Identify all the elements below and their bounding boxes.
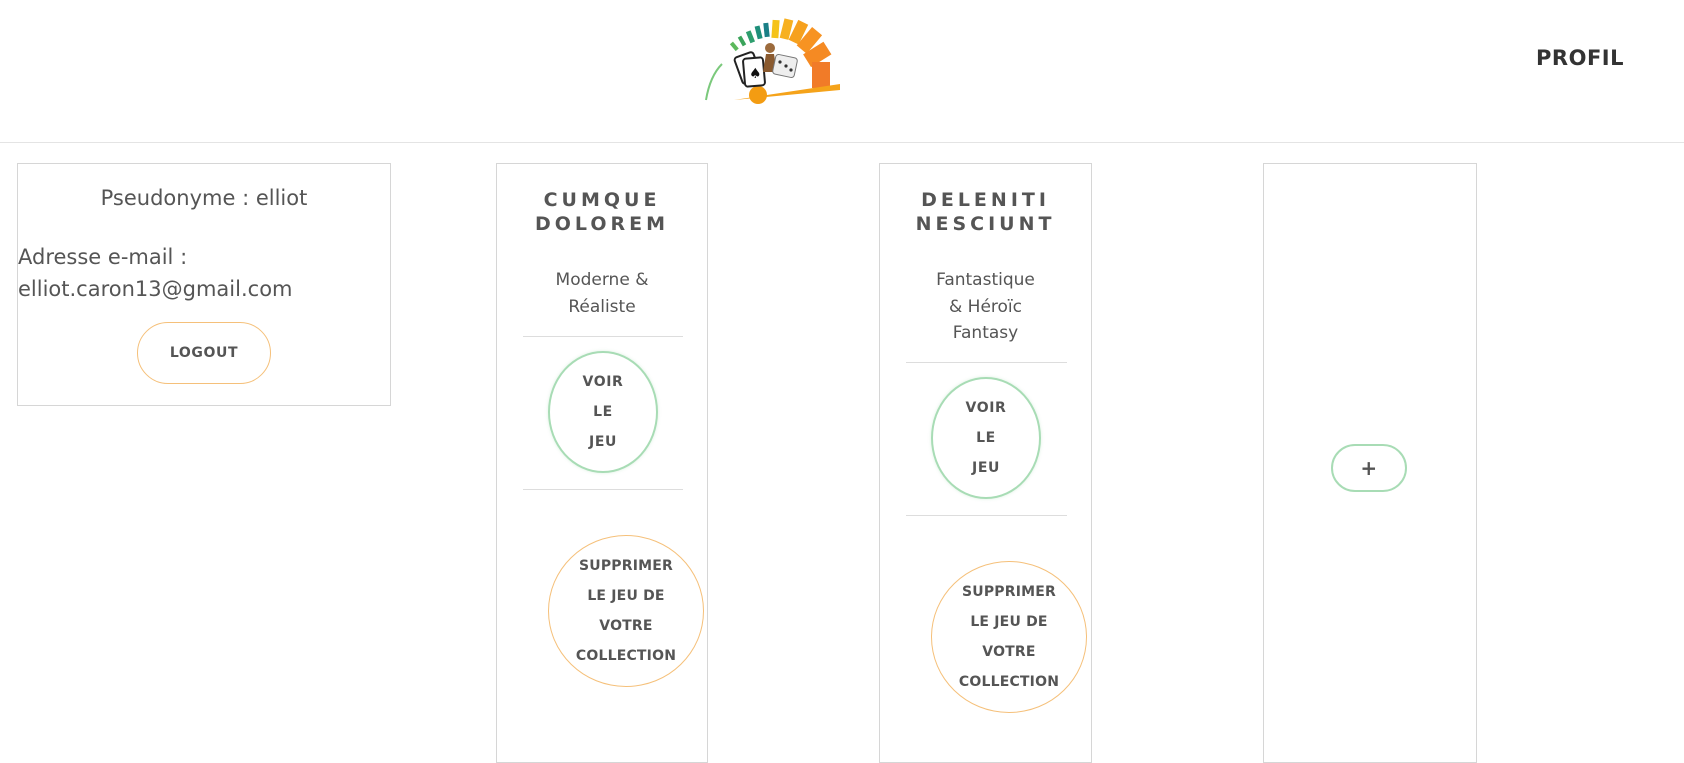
genre-line: Fantastique — [936, 270, 1035, 290]
divider — [523, 489, 683, 490]
game-title: CUMQUE DOLOREM — [497, 188, 707, 236]
email-block: Adresse e-mail : elliot.caron13@gmail.co… — [18, 241, 293, 305]
delete-game-button[interactable]: SUPPRIMER LE JEU DE VOTRE COLLECTION — [548, 535, 704, 687]
pseudo-text: Pseudonyme : elliot — [100, 186, 308, 210]
button-label: VOTRE — [982, 644, 1036, 660]
view-game-button[interactable]: VOIR LE JEU — [548, 351, 658, 473]
delete-game-button[interactable]: SUPPRIMER LE JEU DE VOTRE COLLECTION — [931, 561, 1087, 713]
game-title: DELENITI NESCIUNT — [880, 188, 1091, 236]
gaming-meter-logo[interactable]: ♠ — [700, 6, 860, 106]
game-card: CUMQUE DOLOREM Moderne & Réaliste VOIR L… — [496, 163, 708, 763]
button-label: JEU — [589, 434, 617, 450]
email-value: elliot.caron13@gmail.com — [18, 277, 293, 301]
button-label: VOIR — [582, 374, 624, 390]
game-card: DELENITI NESCIUNT Fantastique & Héroïc F… — [879, 163, 1092, 763]
view-game-button[interactable]: VOIR LE JEU — [931, 377, 1041, 499]
divider — [906, 515, 1067, 516]
add-game-card: + — [1263, 163, 1477, 763]
button-label: COLLECTION — [958, 674, 1060, 690]
button-label: JEU — [972, 460, 1000, 476]
game-genre: Fantastique & Héroïc Fantasy — [880, 267, 1091, 347]
button-label: LE — [976, 430, 996, 446]
game-title-line: CUMQUE — [543, 189, 661, 211]
game-title-line: NESCIUNT — [915, 213, 1056, 235]
genre-line: & Héroïc — [949, 296, 1022, 317]
game-title-line: DELENITI — [921, 189, 1050, 211]
site-header: ♠ PROFIL — [0, 0, 1684, 143]
add-game-button[interactable]: + — [1331, 444, 1407, 492]
nav-profil-link[interactable]: PROFIL — [1536, 46, 1624, 70]
divider — [523, 336, 683, 337]
game-genre: Moderne & Réaliste — [497, 267, 707, 320]
button-label: COLLECTION — [575, 648, 677, 664]
button-label: LE — [593, 404, 613, 420]
button-label: VOTRE — [599, 618, 653, 634]
button-label: LE JEU DE — [587, 588, 665, 604]
genre-line: Réaliste — [568, 296, 636, 317]
button-label: SUPPRIMER — [578, 558, 674, 574]
button-label: VOIR — [965, 400, 1007, 416]
genre-line: Moderne & — [555, 270, 649, 290]
game-title-line: DOLOREM — [534, 213, 670, 235]
email-label: Adresse e-mail : — [18, 245, 188, 269]
genre-line: Fantasy — [952, 323, 1019, 343]
user-info-card: Pseudonyme : elliot Adresse e-mail : ell… — [17, 163, 391, 406]
divider — [906, 362, 1067, 363]
svg-text:♠: ♠ — [749, 66, 762, 82]
button-label: LE JEU DE — [970, 614, 1048, 630]
logout-button[interactable]: LOGOUT — [137, 322, 271, 384]
button-label: SUPPRIMER — [961, 584, 1057, 600]
